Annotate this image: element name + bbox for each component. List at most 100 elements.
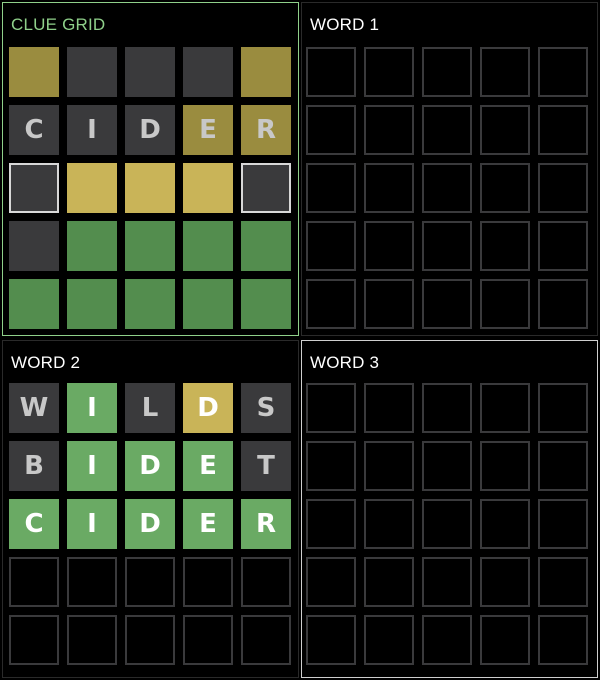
word-1-tile	[306, 221, 356, 271]
word-2-tile	[9, 615, 59, 665]
word-1-tile	[364, 221, 414, 271]
clue-grid-tile: C	[9, 105, 59, 155]
word-2-tile: E	[183, 499, 233, 549]
word-3-tile	[538, 615, 588, 665]
clue-grid-tile	[183, 47, 233, 97]
clue-grid-tile	[183, 279, 233, 329]
word-3-tile	[480, 383, 530, 433]
word-3-tile	[538, 383, 588, 433]
clue-grid-tile: R	[241, 105, 291, 155]
word-3-tile	[422, 441, 472, 491]
word-2-tile: I	[67, 441, 117, 491]
word-1-tile	[422, 279, 472, 329]
word-3-title: WORD 3	[310, 353, 380, 372]
word-2-tile	[241, 557, 291, 607]
word-1-tile	[422, 47, 472, 97]
clue-grid-tile	[241, 47, 291, 97]
word-3-tile	[422, 557, 472, 607]
word-3-tile	[480, 557, 530, 607]
word-2-tile: D	[183, 383, 233, 433]
word-2-tile	[183, 615, 233, 665]
word-3-tile	[480, 615, 530, 665]
word-1-tile	[422, 105, 472, 155]
word-1-tile	[480, 105, 530, 155]
word-1-tile	[422, 163, 472, 213]
word-1-tile	[306, 47, 356, 97]
clue-grid-tile	[183, 163, 233, 213]
word-2-tile	[67, 615, 117, 665]
word-1-tile	[364, 163, 414, 213]
word-2-tile: L	[125, 383, 175, 433]
word-3-tile	[480, 441, 530, 491]
clue-grid-tile	[67, 279, 117, 329]
word-2-tile: I	[67, 499, 117, 549]
word-1-panel[interactable]: WORD 1	[301, 2, 598, 336]
clue-grid-tile	[9, 221, 59, 271]
word-3-tile	[364, 383, 414, 433]
word-3-tile	[306, 383, 356, 433]
clue-grid-panel[interactable]: CLUE GRID CIDER	[2, 2, 299, 336]
word-2-tile: T	[241, 441, 291, 491]
word-3-tile	[538, 499, 588, 549]
clue-grid-tile: D	[125, 105, 175, 155]
word-3-panel[interactable]: WORD 3	[301, 340, 598, 678]
clue-grid-tile	[9, 279, 59, 329]
word-3-tile	[422, 615, 472, 665]
word-1-tile	[480, 221, 530, 271]
word-3-tile	[422, 383, 472, 433]
word-1-tile	[306, 163, 356, 213]
clue-grid-tile	[67, 47, 117, 97]
word-1-tile	[364, 105, 414, 155]
word-1-tile	[538, 47, 588, 97]
word-1-tile	[538, 105, 588, 155]
word-1-tile	[538, 163, 588, 213]
word-1-tile	[538, 279, 588, 329]
word-3-tile	[306, 499, 356, 549]
word-3-tile	[306, 615, 356, 665]
clue-grid-tile	[183, 221, 233, 271]
word-2-tile: B	[9, 441, 59, 491]
clue-grid-tile	[125, 47, 175, 97]
word-1-tile	[538, 221, 588, 271]
word-3-tile	[364, 441, 414, 491]
word-2-tile: W	[9, 383, 59, 433]
word-1-title: WORD 1	[310, 15, 380, 34]
word-2-tile	[67, 557, 117, 607]
word-2-tile	[125, 557, 175, 607]
word-2-tile: D	[125, 441, 175, 491]
word-2-panel[interactable]: WORD 2 WILDSBIDETCIDER	[2, 340, 299, 678]
clue-grid-tile	[241, 163, 291, 213]
word-3-tile	[422, 499, 472, 549]
word-2-tile	[125, 615, 175, 665]
word-1-tile	[480, 163, 530, 213]
word-3-tile	[538, 557, 588, 607]
clue-grid-tile	[125, 163, 175, 213]
clue-grid-tile	[67, 163, 117, 213]
word-3-tile	[538, 441, 588, 491]
clue-grid-tile: I	[67, 105, 117, 155]
word-2-tile	[9, 557, 59, 607]
word-1-tile	[364, 279, 414, 329]
word-2-tile: R	[241, 499, 291, 549]
word-1-tile	[364, 47, 414, 97]
clue-grid-tile	[9, 163, 59, 213]
word-2-tile: E	[183, 441, 233, 491]
word-1-tile	[306, 279, 356, 329]
word-3-tile	[306, 557, 356, 607]
word-2-tile	[241, 615, 291, 665]
word-2-title: WORD 2	[11, 353, 81, 372]
clue-grid-tile	[241, 221, 291, 271]
word-3-tile	[364, 557, 414, 607]
clue-grid-tile: E	[183, 105, 233, 155]
word-2-tile: I	[67, 383, 117, 433]
clue-grid-tile	[125, 279, 175, 329]
word-1-tile	[480, 47, 530, 97]
word-2-tile: D	[125, 499, 175, 549]
clue-grid-title: CLUE GRID	[11, 15, 106, 34]
clue-grid-tile	[9, 47, 59, 97]
word-3-tile	[364, 499, 414, 549]
clue-grid-tile	[241, 279, 291, 329]
word-1-tile	[480, 279, 530, 329]
word-2-tile	[183, 557, 233, 607]
word-1-tile	[306, 105, 356, 155]
